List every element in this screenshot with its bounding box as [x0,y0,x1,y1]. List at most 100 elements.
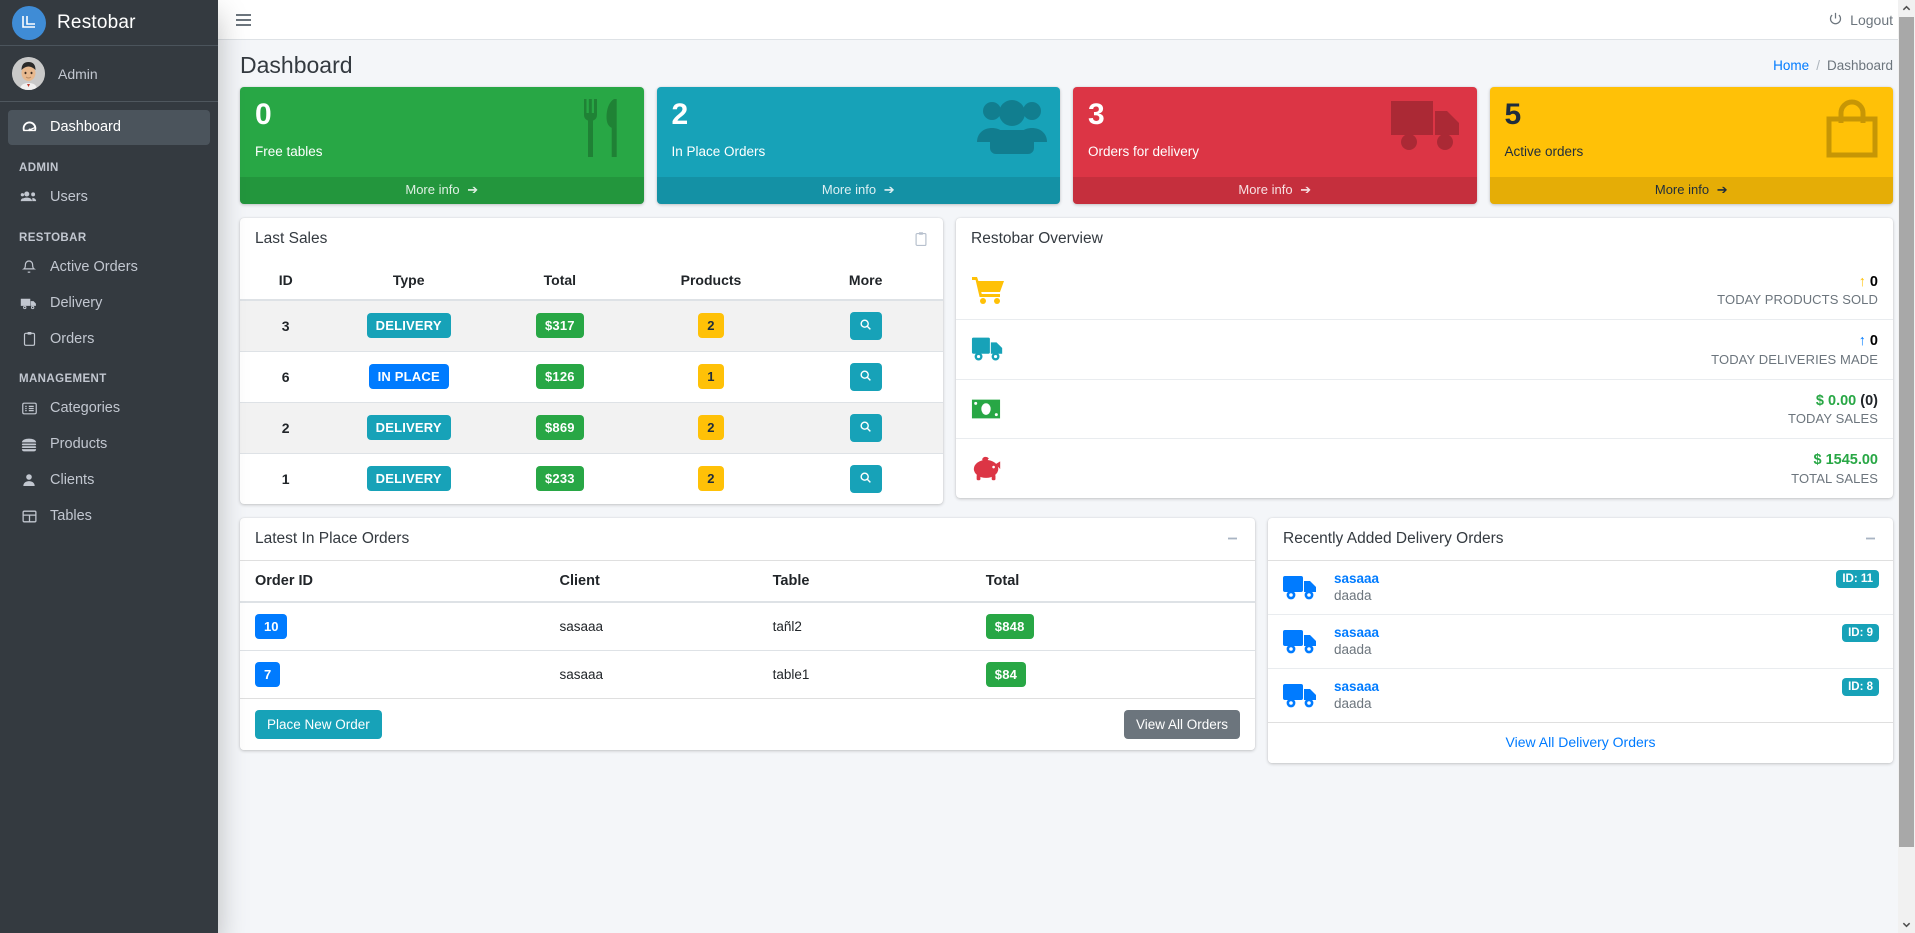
sidebar-item-orders[interactable]: Orders [8,322,210,357]
overview-value: 0 [1869,333,1878,350]
money-bill-icon [971,397,1015,421]
breadcrumb-home[interactable]: Home [1773,58,1809,73]
cell-type: IN PLACE [331,350,487,402]
view-all-delivery-orders-link[interactable]: View All Delivery Orders [1506,734,1656,750]
sidebar-item-dashboard[interactable]: Dashboard [8,110,210,145]
cell-products: 2 [633,401,789,453]
view-all-orders-button[interactable]: View All Orders [1123,709,1240,739]
in-place-orders-body: Order ID Client Table Total 10 sasaaa ta… [240,560,1255,698]
cell-table: table1 [757,649,971,698]
truck-icon [1282,681,1322,709]
delivery-description: daada [1334,642,1372,658]
sidebar-item-products[interactable]: Products [8,427,210,462]
delivery-id-badge: ID: 9 [1842,623,1879,642]
vertical-scrollbar[interactable] [1898,0,1915,933]
info-box-orders-for-delivery: 3 Orders for delivery More info ➔ [1073,87,1477,204]
info-box-more-link[interactable]: More info ➔ [1073,176,1477,204]
chevron-down-icon[interactable] [1898,916,1915,933]
restobar-logo-icon [12,5,46,40]
in-place-orders-title: Latest In Place Orders [255,529,410,547]
cell-id: 3 [240,299,332,351]
last-sales-title: Last Sales [255,230,328,247]
in-place-orders-column: Latest In Place Orders Order ID Client T… [240,517,1255,764]
order-id-badge: 10 [255,613,288,639]
column-header-client: Client [544,560,758,603]
user-name: Admin [58,65,98,82]
list-item[interactable]: sasaaa daada ID: 8 [1268,669,1893,722]
column-header-more: More [788,260,943,301]
sidebar-item-categories[interactable]: Categories [8,391,210,426]
user-panel[interactable]: Admin [0,46,218,102]
info-box-more-link[interactable]: More info ➔ [656,176,1060,204]
delivery-orders-footer: View All Delivery Orders [1268,721,1893,763]
table-header-row: ID Type Total Products More [240,260,943,301]
cell-id: 2 [240,401,332,453]
info-box-more-link[interactable]: More info ➔ [1489,176,1893,204]
breadcrumb-separator: / [1816,58,1820,73]
view-detail-button[interactable] [849,311,882,340]
overview-value: $ 1545.00 [1813,452,1878,469]
scrollbar-thumb[interactable] [1899,17,1914,847]
chevron-up-icon[interactable] [1898,0,1915,17]
total-badge: $848 [985,613,1034,639]
sidebar-item-active-orders[interactable]: Active Orders [8,250,210,285]
cell-products: 2 [633,299,789,351]
sidebar-item-label: Orders [50,330,95,347]
minus-icon[interactable] [1863,531,1878,546]
column-header-table: Table [757,560,971,603]
cell-total: $869 [486,401,634,453]
delivery-description: daada [1334,696,1372,712]
delivery-client-name[interactable]: sasaaa [1334,678,1879,696]
order-id-badge: 7 [255,661,281,687]
sidebar-item-clients[interactable]: Clients [8,463,210,498]
last-sales-body: ID Type Total Products More 3 DELIVERY $… [240,260,943,504]
brand-header[interactable]: Restobar [0,0,218,46]
clipboard-icon[interactable] [914,231,928,248]
bottom-row: Latest In Place Orders Order ID Client T… [240,517,1893,777]
overview-value-block: $ 1545.00 TOTAL SALES [1791,451,1878,486]
cell-more [788,350,943,402]
restobar-overview-card: Restobar Overview ↑ 0 TODAY PRODUCTS SOL… [956,217,1893,498]
place-new-order-button[interactable]: Place New Order [255,709,382,739]
hamburger-menu-icon[interactable] [234,10,253,30]
total-badge: $126 [535,364,584,389]
delivery-client-name[interactable]: sasaaa [1334,624,1879,642]
sidebar-item-label: Products [50,436,108,453]
overview-value-block: ↑ 0 TODAY DELIVERIES MADE [1711,332,1878,367]
arrow-circle-right-icon: ➔ [883,181,895,197]
view-detail-button[interactable] [849,413,882,442]
search-icon [859,471,872,487]
cell-id: 1 [240,452,332,504]
delivery-orders-body: sasaaa daada ID: 11 sasaaa daada ID: 9 s… [1268,561,1893,722]
info-box-label: Orders for delivery [1088,143,1200,159]
info-box-more-link[interactable]: More info ➔ [240,176,644,204]
minus-icon[interactable] [1225,531,1240,546]
list-item[interactable]: sasaaa daada ID: 9 [1268,615,1893,669]
avatar [12,57,45,90]
list-item[interactable]: sasaaa daada ID: 11 [1268,561,1893,615]
sidebar-item-label: Tables [50,507,92,524]
sidebar-item-users[interactable]: Users [8,180,210,215]
cell-total: $233 [486,452,634,504]
delivery-orders-column: Recently Added Delivery Orders sasaaa da… [1268,517,1893,777]
column-header-id: ID [240,260,332,301]
sidebar-item-tables[interactable]: Tables [8,499,210,534]
logout-button[interactable]: Logout [1828,11,1893,29]
delivery-description: daada [1334,588,1372,604]
arrow-circle-right-icon: ➔ [1300,181,1312,197]
arrow-up-icon: ↑ [1858,333,1866,350]
arrow-circle-right-icon: ➔ [1716,181,1728,197]
view-detail-button[interactable] [849,464,882,493]
cell-table: tañl2 [757,601,971,650]
view-detail-button[interactable] [849,362,882,391]
info-box-value: 5 [1504,98,1522,131]
cell-more [788,452,943,504]
delivery-client-name[interactable]: sasaaa [1334,570,1879,588]
sidebar-item-delivery[interactable]: Delivery [8,286,210,321]
truck-icon [971,335,1015,363]
breadcrumb: Home / Dashboard [1773,58,1893,73]
info-box-free-tables: 0 Free tables More info ➔ [240,87,644,204]
cell-total: $126 [486,350,634,402]
sidebar-group-header-management: MANAGEMENT [19,373,107,386]
cell-total: $84 [970,649,1255,698]
